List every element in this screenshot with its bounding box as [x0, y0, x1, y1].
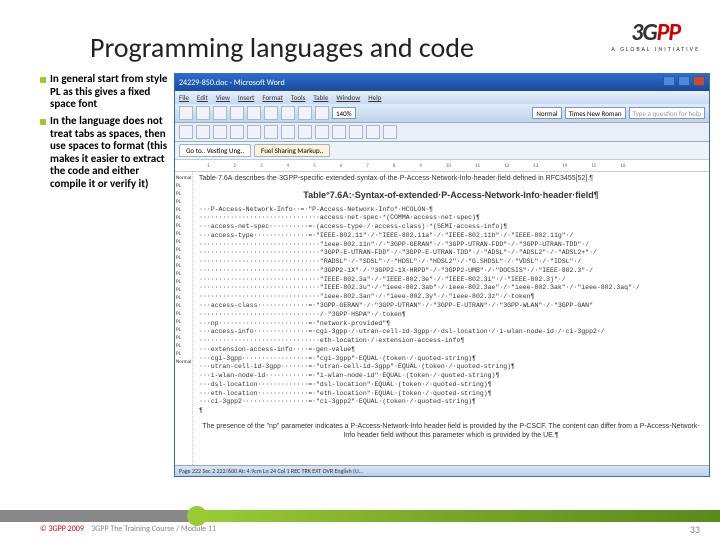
word-window: 24229-850.doc - Microsoft Word File Edit V…: [174, 73, 710, 477]
zoom-field[interactable]: 140%: [332, 107, 356, 119]
undo-icon[interactable]: [298, 106, 312, 120]
italic-icon[interactable]: [196, 125, 210, 139]
numbering-icon[interactable]: [298, 125, 312, 139]
menu-item[interactable]: Edit: [197, 93, 208, 102]
logo-text: 3GPP: [611, 18, 700, 47]
copyright: © 3GPP 2009: [40, 524, 84, 534]
align-right-icon[interactable]: [264, 125, 278, 139]
font-color-icon[interactable]: [383, 125, 397, 139]
align-left-icon[interactable]: [230, 125, 244, 139]
highlight-icon[interactable]: [366, 125, 380, 139]
word-titlebar: 24229-850.doc - Microsoft Word: [175, 74, 709, 91]
open-icon[interactable]: [196, 106, 210, 120]
doc-code-block: ···P-Access-Network-Info··=·"P-Access-Ne…: [199, 206, 703, 416]
menu-item[interactable]: Tools: [291, 93, 306, 102]
word-doc-title: 24229-850.doc - Microsoft Word: [179, 78, 285, 88]
bullets-icon[interactable]: [281, 125, 295, 139]
font-field[interactable]: Times New Roman: [565, 107, 626, 119]
minimize-icon[interactable]: [663, 76, 675, 86]
maximize-icon[interactable]: [678, 76, 690, 86]
cut-icon[interactable]: [247, 106, 261, 120]
new-icon[interactable]: [179, 106, 193, 120]
print-icon[interactable]: [230, 106, 244, 120]
menu-item[interactable]: Insert: [238, 93, 254, 102]
word-ruler[interactable]: 12345678910111213141516: [175, 160, 709, 172]
menu-item[interactable]: Window: [336, 93, 360, 102]
redo-icon[interactable]: [315, 106, 329, 120]
style-gutter: Normal PL PL PL PL PL PL PL PL PL PL PL …: [175, 172, 193, 465]
word-tabs-bar[interactable]: Go to.. Vesting Ung.. Fuel Sharing Marku…: [175, 142, 709, 160]
border-icon[interactable]: [349, 125, 363, 139]
paste-icon[interactable]: [281, 106, 295, 120]
word-toolbar-format[interactable]: [175, 123, 709, 142]
close-icon[interactable]: [693, 76, 705, 86]
bullet-item: In the language does not treat tabs as s…: [40, 115, 168, 191]
doc-table-heading: Table°7.6A:·Syntax-of-extended·P-Access-…: [199, 189, 703, 201]
bullet-list: In general start from style PL as this g…: [40, 73, 168, 477]
slide-footer: © 3GPP 2009 3GPP The Training Course / M…: [0, 510, 720, 534]
save-icon[interactable]: [213, 106, 227, 120]
footer-band: [0, 510, 720, 522]
outdent-icon[interactable]: [332, 125, 346, 139]
word-toolbar-standard[interactable]: 140% Normal Times New Roman Type a quest…: [175, 104, 709, 123]
page-number: 33: [690, 523, 700, 536]
menu-item[interactable]: Table: [313, 93, 328, 102]
help-field[interactable]: Type a question for help: [629, 107, 705, 119]
menu-item[interactable]: File: [179, 93, 189, 102]
menu-item[interactable]: View: [216, 93, 230, 102]
document-area[interactable]: Table·7.6A·describes·the·3GPP-specific·e…: [193, 172, 709, 465]
indent-icon[interactable]: [315, 125, 329, 139]
menu-item[interactable]: Format: [262, 93, 282, 102]
brand-logo: 3GPP A GLOBAL INITIATIVE: [611, 18, 700, 53]
align-center-icon[interactable]: [247, 125, 261, 139]
underline-icon[interactable]: [213, 125, 227, 139]
logo-tagline: A GLOBAL INITIATIVE: [611, 45, 700, 53]
bullet-item: In general start from style PL as this g…: [40, 73, 168, 111]
tab-markup[interactable]: Fuel Sharing Markup..: [254, 144, 330, 157]
doc-intro: Table·7.6A·describes·the·3GPP-specific·e…: [199, 174, 703, 183]
bold-icon[interactable]: [179, 125, 193, 139]
style-field[interactable]: Normal: [532, 107, 561, 119]
copy-icon[interactable]: [264, 106, 278, 120]
word-statusbar: Page 222 Sec 2 222/600 At: 4.9cm Ln 24 C…: [175, 465, 709, 476]
menu-item[interactable]: Help: [368, 93, 381, 102]
doc-footnote: The presence of the "np" parameter indic…: [199, 422, 703, 441]
window-controls: [662, 76, 705, 89]
tab-goto[interactable]: Go to.. Vesting Ung..: [179, 144, 251, 157]
word-menubar[interactable]: File Edit View Insert Format Tools Table Window…: [175, 91, 709, 104]
